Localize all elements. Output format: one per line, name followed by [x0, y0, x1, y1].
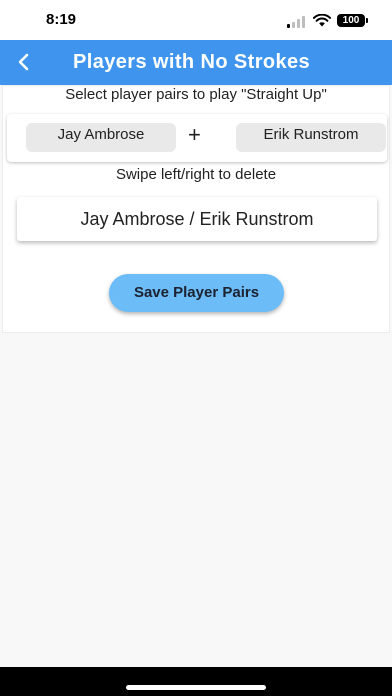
chevron-left-icon — [18, 53, 29, 71]
player-two-select[interactable]: Erik Runstrom — [236, 123, 386, 152]
list-item[interactable]: Jay Ambrose / Erik Runstrom — [17, 197, 377, 241]
save-player-pairs-button[interactable]: Save Player Pairs — [109, 274, 284, 312]
battery-nub — [366, 18, 368, 23]
cellular-signal-icon — [287, 16, 307, 28]
back-button[interactable] — [12, 50, 36, 74]
status-bar: 8:19 100 — [0, 0, 392, 40]
instructions-text: Select player pairs to play "Straight Up… — [65, 86, 327, 103]
pairs-panel: Select player pairs to play "Straight Up… — [2, 85, 390, 333]
app-bar: Players with No Strokes — [0, 40, 392, 85]
bottom-bar — [0, 667, 392, 696]
player-one-select[interactable]: Jay Ambrose — [26, 123, 176, 152]
home-indicator[interactable] — [126, 685, 266, 690]
pair-selector-card: Jay Ambrose + Erik Runstrom — [7, 114, 387, 162]
wifi-icon — [313, 14, 331, 27]
battery-icon: 100 — [337, 14, 365, 27]
status-time: 8:19 — [46, 11, 77, 28]
swipe-hint-text: Swipe left/right to delete — [115, 166, 277, 183]
plus-icon: + — [188, 122, 201, 147]
page-title: Players with No Strokes — [73, 51, 311, 73]
